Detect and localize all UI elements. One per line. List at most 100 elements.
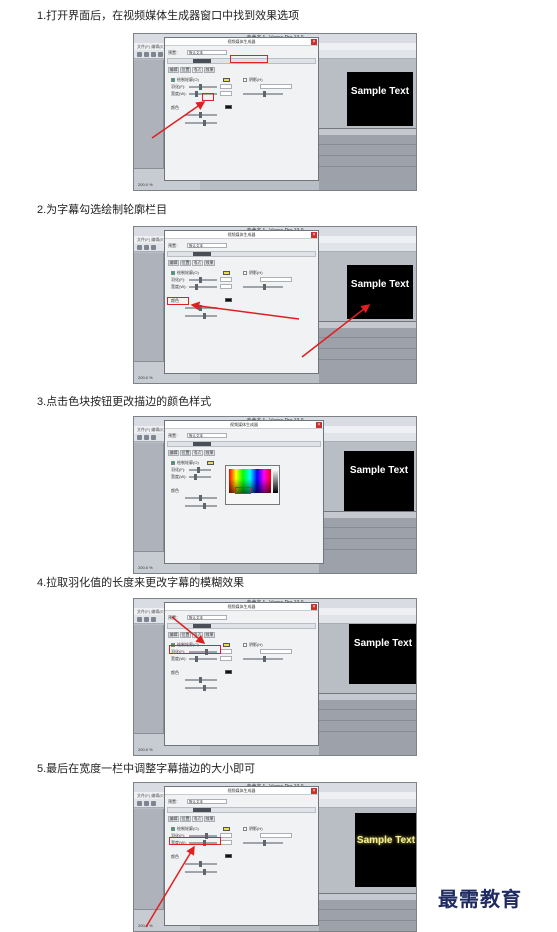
outline-checkbox[interactable] [171,271,175,275]
new-icon[interactable] [137,245,142,250]
shadow-slider[interactable] [263,284,266,290]
timeline[interactable] [319,128,416,190]
tab-edit[interactable]: 编辑 [168,260,179,266]
preset-dropdown[interactable]: 默认文本 [187,615,227,620]
width-value[interactable] [220,656,232,661]
feather-slider[interactable] [197,467,200,473]
feather-value[interactable] [220,277,232,282]
new-icon[interactable] [137,435,142,440]
tab-position[interactable]: 位置 [180,67,191,73]
tab-effects[interactable]: 效果 [204,260,215,266]
feather-value[interactable] [220,649,232,654]
outline-checkbox[interactable] [171,78,175,82]
width-value[interactable] [220,284,232,289]
tab-effects[interactable]: 效果 [204,816,215,822]
save-icon[interactable] [151,245,156,250]
timeline[interactable] [319,693,416,755]
tab-effects[interactable]: 效果 [204,67,215,73]
close-icon[interactable]: × [311,604,317,610]
close-icon[interactable]: × [316,422,322,428]
feather-slider[interactable] [199,277,202,283]
width-slider[interactable] [195,656,198,662]
save-icon[interactable] [151,801,156,806]
color-swatch[interactable] [223,271,230,275]
tab-edit[interactable]: 编辑 [168,632,179,638]
color-swatch[interactable] [223,643,230,647]
outline-checkbox[interactable] [171,461,175,465]
tab-position[interactable]: 位置 [180,450,191,456]
new-icon[interactable] [137,801,142,806]
open-icon[interactable] [144,801,149,806]
color-swatch[interactable] [223,78,230,82]
shadow-slider[interactable] [263,91,266,97]
color-slider-2[interactable] [203,120,206,126]
color-slider-2[interactable] [203,685,206,691]
feather-slider[interactable] [199,84,202,90]
tab-edit[interactable]: 编辑 [168,67,179,73]
width-slider[interactable] [195,284,198,290]
tab-edit[interactable]: 编辑 [168,816,179,822]
color-picker-popup[interactable] [225,465,280,505]
feather-value[interactable] [220,84,232,89]
shadow-color-swatch[interactable] [225,298,232,302]
shadow-dropdown[interactable] [260,277,292,282]
shadow-dropdown[interactable] [260,84,292,89]
feather-value[interactable] [220,833,232,838]
color-slider-1[interactable] [199,112,202,118]
tab-stroke[interactable]: 描边 [192,260,203,266]
preset-dropdown[interactable]: 默认文本 [187,799,227,804]
close-icon[interactable]: × [311,232,317,238]
tab-position[interactable]: 位置 [180,632,191,638]
preset-dropdown[interactable]: 默认文本 [187,50,227,55]
tab-stroke[interactable]: 描边 [192,450,203,456]
outline-checkbox[interactable] [171,827,175,831]
close-icon[interactable]: × [311,39,317,45]
save-icon[interactable] [151,617,156,622]
tab-position[interactable]: 位置 [180,816,191,822]
shadow-checkbox[interactable] [243,271,247,275]
shadow-slider[interactable] [263,840,266,846]
preset-dropdown[interactable]: 默认文本 [187,243,227,248]
color-slider-2[interactable] [203,313,206,319]
shadow-dropdown[interactable] [260,833,292,838]
shadow-color-swatch[interactable] [225,854,232,858]
timeline[interactable] [319,893,416,931]
tab-position[interactable]: 位置 [180,260,191,266]
new-icon[interactable] [137,52,142,57]
open-icon[interactable] [144,52,149,57]
tab-effects[interactable]: 效果 [204,450,215,456]
color-slider-1[interactable] [199,861,202,867]
shadow-dropdown[interactable] [260,649,292,654]
tab-stroke[interactable]: 描边 [192,632,203,638]
color-slider-1[interactable] [199,305,202,311]
width-value[interactable] [220,91,232,96]
color-slider-1[interactable] [199,495,202,501]
brightness-bar[interactable] [273,469,278,493]
timeline[interactable] [319,511,416,573]
tab-edit[interactable]: 编辑 [168,450,179,456]
tab-stroke[interactable]: 描边 [192,816,203,822]
shadow-slider[interactable] [263,656,266,662]
shadow-checkbox[interactable] [243,78,247,82]
color-swatch[interactable] [207,461,214,465]
shadow-checkbox[interactable] [243,827,247,831]
shadow-color-swatch[interactable] [225,670,232,674]
open-icon[interactable] [144,245,149,250]
shadow-checkbox[interactable] [243,643,247,647]
width-slider[interactable] [194,474,197,480]
new-icon[interactable] [137,617,142,622]
close-icon[interactable]: × [311,788,317,794]
save-icon[interactable] [151,52,156,57]
tab-stroke[interactable]: 描边 [192,67,203,73]
preset-dropdown[interactable]: 默认文本 [187,433,227,438]
color-slider-2[interactable] [203,869,206,875]
tab-effects[interactable]: 效果 [204,632,215,638]
shadow-color-swatch[interactable] [225,105,232,109]
open-icon[interactable] [144,617,149,622]
color-swatch[interactable] [223,827,230,831]
open-icon[interactable] [144,435,149,440]
timeline[interactable] [319,321,416,383]
width-value[interactable] [220,840,232,845]
cut-icon[interactable] [158,52,163,57]
color-slider-1[interactable] [199,677,202,683]
